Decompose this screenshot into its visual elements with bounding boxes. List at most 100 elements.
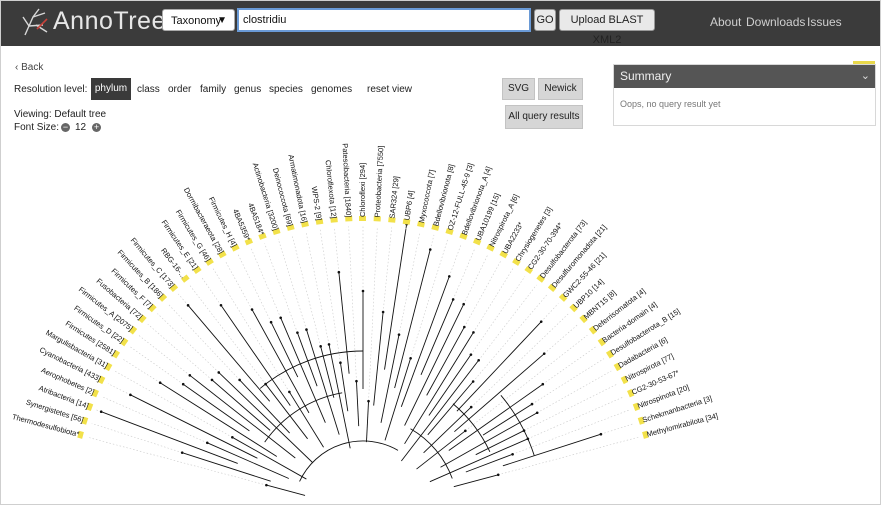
nav-issues[interactable]: Issues [807, 15, 842, 29]
tree-leader [87, 436, 267, 486]
tree-leader [225, 261, 253, 310]
tree-node [181, 382, 185, 386]
tree-clade-arc [500, 395, 535, 456]
summary-header[interactable]: Summary ⌄ [614, 65, 875, 88]
app-frame: AnnoTree Taxonomy ▼ clostridiu GO Upload… [0, 0, 881, 505]
tree-node [217, 371, 221, 374]
tree-branch [182, 383, 250, 432]
brand-name[interactable]: AnnoTree [53, 7, 166, 36]
tree-node [327, 343, 331, 346]
tree-leader [398, 231, 421, 335]
tree-node [472, 331, 475, 334]
tree-branch [251, 309, 310, 414]
tree-branch [220, 304, 291, 406]
chevron-left-icon: ‹ [15, 62, 19, 73]
level-class[interactable]: class [137, 84, 160, 95]
tree-node [463, 325, 466, 329]
tree-node [238, 378, 241, 382]
tree-leader [368, 226, 378, 402]
chevron-down-icon: ▼ [217, 15, 227, 26]
tree-node [231, 436, 234, 439]
tree-node [210, 378, 214, 382]
tree-node [361, 289, 365, 293]
tree-branch [428, 354, 472, 416]
font-decrease-icon[interactable]: − [61, 123, 70, 132]
tree-leaf[interactable]: SAR324 [29] [387, 176, 401, 223]
tree-node [219, 303, 223, 307]
upload-blast-button[interactable]: Upload BLAST XML2 [559, 9, 655, 46]
back-link[interactable]: ‹ Back [15, 62, 43, 73]
tree-node [451, 298, 455, 301]
leaf-label: Proteobacteria [7550] [373, 145, 386, 217]
tree-branch [456, 321, 542, 412]
tree-node [535, 411, 539, 415]
leaf-label: Chloroflexota [12] [324, 159, 339, 218]
tree-leader [121, 358, 161, 383]
tree-node [541, 382, 545, 386]
tree-node [464, 429, 467, 433]
tree-leader [91, 423, 183, 453]
font-size-value: 12 [75, 122, 87, 133]
tree-leaf[interactable]: Chloroflexi [294] [358, 163, 367, 221]
summary-panel: Summary ⌄ Oops, no query result yet [613, 64, 876, 126]
tree-leader [449, 243, 462, 277]
tree-branch [384, 358, 412, 441]
tree-leader [319, 229, 341, 363]
tree-leader [107, 383, 131, 396]
level-order[interactable]: order [168, 84, 191, 95]
tree-leader [129, 346, 184, 385]
tree-leader [237, 254, 272, 323]
tree-leader [470, 276, 526, 355]
chevron-down-icon: ⌄ [860, 70, 870, 82]
tree-leaf[interactable]: Chloroflexota [12] [324, 159, 339, 223]
tree-node [447, 275, 451, 278]
tree-leaf[interactable]: WPS-2 [9] [310, 186, 325, 225]
database-select[interactable]: Taxonomy ▼ [162, 9, 235, 31]
tree-leader [463, 254, 489, 305]
tree-node [511, 452, 514, 456]
tree-leaves: Thermodesulfobiota*Synergistetes [56]Atr… [11, 143, 719, 439]
level-phylum[interactable]: phylum [91, 78, 131, 100]
tree-branch [380, 334, 400, 423]
nav-downloads[interactable]: Downloads [746, 15, 805, 29]
nav-about[interactable]: About [710, 15, 741, 29]
tree-leader [464, 261, 501, 328]
search-input[interactable]: clostridiu [237, 8, 531, 32]
tree-branch [404, 332, 474, 445]
tree-node [279, 316, 282, 320]
tree-node [319, 345, 322, 348]
tree-leader [470, 313, 569, 408]
newick-button[interactable]: Newick [538, 78, 583, 100]
svg-button[interactable]: SVG [502, 78, 535, 100]
tree-leader [600, 423, 635, 435]
tree-node [158, 381, 162, 385]
tree-leader [157, 313, 219, 373]
tree-leader [114, 370, 233, 438]
tree-leader [527, 396, 625, 440]
level-species[interactable]: species [269, 84, 303, 95]
tree-clade-arc [410, 428, 453, 479]
reset-view-link[interactable]: reset view [367, 84, 412, 95]
level-genomes[interactable]: genomes [311, 84, 352, 95]
tree-leaf[interactable]: UBP6 [4] [402, 190, 416, 225]
tree-leader [523, 383, 619, 431]
tree-node [180, 451, 184, 454]
level-family[interactable]: family [200, 84, 226, 95]
leaf-label: SAR324 [29] [388, 176, 401, 219]
tree-node [129, 393, 132, 397]
tree-leader [251, 248, 281, 318]
level-genus[interactable]: genus [234, 84, 261, 95]
go-button[interactable]: GO [534, 9, 556, 31]
tree-leader [147, 323, 213, 381]
tree-leaf[interactable]: Patescibacteria [1840] [340, 143, 353, 222]
back-label: Back [21, 62, 44, 73]
tree-leader [540, 303, 559, 322]
tree-leader [478, 284, 537, 361]
font-increase-icon[interactable]: + [92, 123, 101, 132]
tree-node [367, 399, 370, 403]
summary-title: Summary [620, 69, 672, 83]
all-query-results-button[interactable]: All query results [505, 105, 583, 129]
tree-leader [277, 238, 307, 330]
tree-leaf[interactable]: Proteobacteria [7550] [373, 145, 386, 222]
phylogenetic-tree[interactable]: Thermodesulfobiota*Synergistetes [56]Atr… [1, 141, 880, 504]
